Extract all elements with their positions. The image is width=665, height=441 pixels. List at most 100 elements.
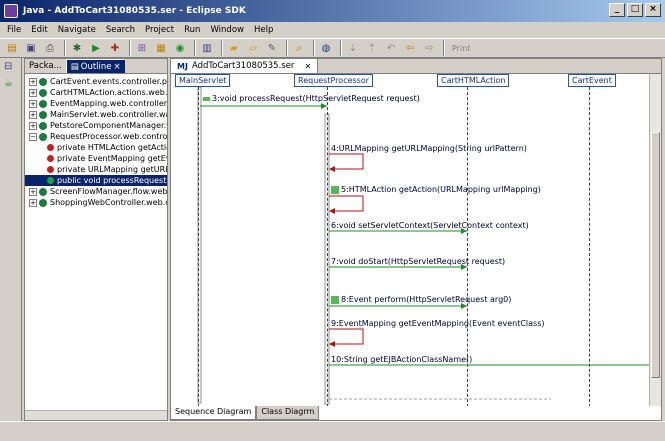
tree-item-selected[interactable]: public void processRequest(Htt [25, 175, 167, 186]
previous-annotation-icon[interactable]: ⇡ [364, 40, 380, 56]
tab-sequence-file[interactable]: MJ AddToCart31080535.ser ✕ [171, 59, 319, 73]
private-method-icon [47, 166, 54, 173]
minimize-button[interactable]: _ [609, 3, 625, 17]
tab-sequence-diagram[interactable]: Sequence Diagram [170, 406, 257, 420]
menu-edit[interactable]: Edit [26, 25, 52, 35]
tab-class-diagram[interactable]: Class Diagrm [256, 406, 320, 420]
tree-item[interactable]: + ShoppingWebController.web.cont [25, 197, 167, 208]
class-icon [39, 88, 47, 97]
menu-project[interactable]: Project [140, 25, 179, 35]
class-icon [39, 99, 47, 108]
outline-tab-bar: Packa... ▤ Outline × [25, 59, 167, 74]
expand-plus-icon[interactable] [331, 295, 339, 304]
message-6[interactable]: 6:void setServletContext(ServletContext … [331, 221, 529, 230]
toolbar-separator [64, 40, 66, 56]
expand-icon[interactable]: + [29, 77, 37, 86]
message-7[interactable]: 7:void doStart(HttpServletRequest reques… [331, 257, 505, 266]
print-label[interactable]: Print [452, 44, 470, 53]
search-icon[interactable]: ⌕ [291, 40, 307, 56]
open-folder-icon[interactable]: ▰ [226, 40, 242, 56]
lifeline-carthtmlaction[interactable]: CartHTMLAction [437, 74, 510, 87]
mj-file-icon: MJ [177, 61, 188, 71]
expand-icon[interactable]: + [29, 198, 37, 207]
run-icon[interactable]: ▶ [88, 40, 104, 56]
tab-package-explorer[interactable]: Packa... [25, 59, 66, 73]
outline-panel: Packa... ▤ Outline × + CartEvent.events.c… [24, 58, 168, 421]
tree-item[interactable]: private EventMapping getEver [25, 153, 167, 164]
close-icon[interactable]: × [114, 62, 121, 72]
editor-vertical-scrollbar[interactable] [649, 74, 661, 406]
editor-tab-bar: MJ AddToCart31080535.ser ✕ [171, 59, 661, 74]
back-icon[interactable]: ⇦ [402, 40, 418, 56]
save-icon[interactable]: ▣ [23, 40, 39, 56]
new-icon[interactable]: ▤ [4, 40, 20, 56]
forward-icon[interactable]: ⇨ [421, 40, 437, 56]
menu-help[interactable]: Help [249, 25, 278, 35]
menu-search[interactable]: Search [101, 25, 140, 35]
menu-run[interactable]: Run [179, 25, 205, 35]
message-9[interactable]: 9:EventMapping getEventMapping(Event eve… [331, 319, 545, 328]
arrow-head [329, 208, 335, 214]
menu-window[interactable]: Window [205, 25, 249, 35]
tree-item[interactable]: − RequestProcessor.web.controller. [25, 131, 167, 142]
tab-package-explorer-label: Packa... [29, 61, 62, 71]
lifeline-mainservlet[interactable]: MainServlet [175, 74, 231, 87]
last-edit-icon[interactable]: ↶ [383, 40, 399, 56]
new-class-icon[interactable]: ◉ [172, 40, 188, 56]
close-icon[interactable]: ✕ [304, 62, 311, 71]
message-collapse-icon[interactable] [203, 96, 210, 101]
expand-icon[interactable]: + [29, 88, 37, 97]
editor-panel: MJ AddToCart31080535.ser ✕ MainServlet R… [170, 58, 662, 421]
tree-item[interactable]: + CartEvent.events.controller.petst [25, 76, 167, 87]
expand-plus-icon[interactable] [331, 185, 339, 194]
tree-item[interactable]: private URLMapping getURLMa [25, 164, 167, 175]
expand-icon[interactable]: + [29, 99, 37, 108]
tree-item[interactable]: + CartHTMLAction.actions.web.cont [25, 87, 167, 98]
maximize-button[interactable]: □ [627, 3, 643, 17]
private-method-icon [47, 155, 54, 162]
tree-item[interactable]: + MainServlet.web.controller.waf.bl [25, 109, 167, 120]
java-perspective-icon[interactable]: ☕ [4, 78, 18, 92]
outline-icon: ▤ [70, 61, 79, 72]
toolbar-separator [129, 40, 131, 56]
private-method-icon [47, 144, 54, 151]
expand-icon[interactable]: + [29, 121, 37, 130]
external-tools-icon[interactable]: ✚ [107, 40, 123, 56]
tree-item[interactable]: + EventMapping.web.controller.waf [25, 98, 167, 109]
scrollbar-thumb[interactable] [651, 132, 660, 378]
arrow-head [329, 341, 335, 347]
collapse-icon[interactable]: − [29, 132, 37, 141]
next-annotation-icon[interactable]: ⇣ [345, 40, 361, 56]
print-icon[interactable]: ⎙ [42, 40, 58, 56]
class-icon [39, 132, 47, 141]
outline-horizontal-scrollbar[interactable] [25, 410, 167, 420]
menu-navigate[interactable]: Navigate [53, 25, 101, 35]
message-4[interactable]: 4:URLMapping getURLMapping(String urlPat… [331, 144, 527, 153]
tab-outline[interactable]: ▤ Outline × [65, 59, 125, 73]
tree-item[interactable]: + ScreenFlowManager.flow.web.co [25, 186, 167, 197]
tree-item[interactable]: private HTMLAction getAction [25, 142, 167, 153]
wand-icon[interactable]: ✎ [264, 40, 280, 56]
open-type-icon[interactable]: ▥ [199, 40, 215, 56]
message-5[interactable]: 5:HTMLAction getAction(URLMapping urlMap… [331, 185, 541, 194]
new-java-project-icon[interactable]: ⊞ [134, 40, 150, 56]
lifeline-cartevent[interactable]: CartEvent [568, 74, 616, 87]
new-package-icon[interactable]: ▦ [153, 40, 169, 56]
sequence-diagram[interactable]: MainServlet RequestProcessor CartHTMLAct… [171, 74, 649, 406]
message-3[interactable]: 3:void processRequest(HttpServletRequest… [203, 94, 420, 103]
lifeline-requestprocessor[interactable]: RequestProcessor [294, 74, 374, 87]
tree-item-label: private URLMapping getURLMa [57, 165, 167, 174]
toolbar-separator [286, 40, 288, 56]
tree-item[interactable]: + PetstoreComponentManager.web [25, 120, 167, 131]
close-button[interactable]: × [645, 3, 661, 17]
toolbar-separator [221, 40, 223, 56]
menu-file[interactable]: File [2, 25, 26, 35]
debug-icon[interactable]: ✱ [69, 40, 85, 56]
globe-icon[interactable]: ◍ [318, 40, 334, 56]
message-8[interactable]: 8:Event perform(HttpServletRequest arg0) [331, 295, 511, 304]
hierarchy-icon[interactable]: ⊟ [4, 61, 18, 75]
open-project-icon[interactable]: ▱ [245, 40, 261, 56]
expand-icon[interactable]: + [29, 187, 37, 196]
message-10[interactable]: 10:String getEJBActionClassName() [331, 355, 472, 364]
expand-icon[interactable]: + [29, 110, 37, 119]
